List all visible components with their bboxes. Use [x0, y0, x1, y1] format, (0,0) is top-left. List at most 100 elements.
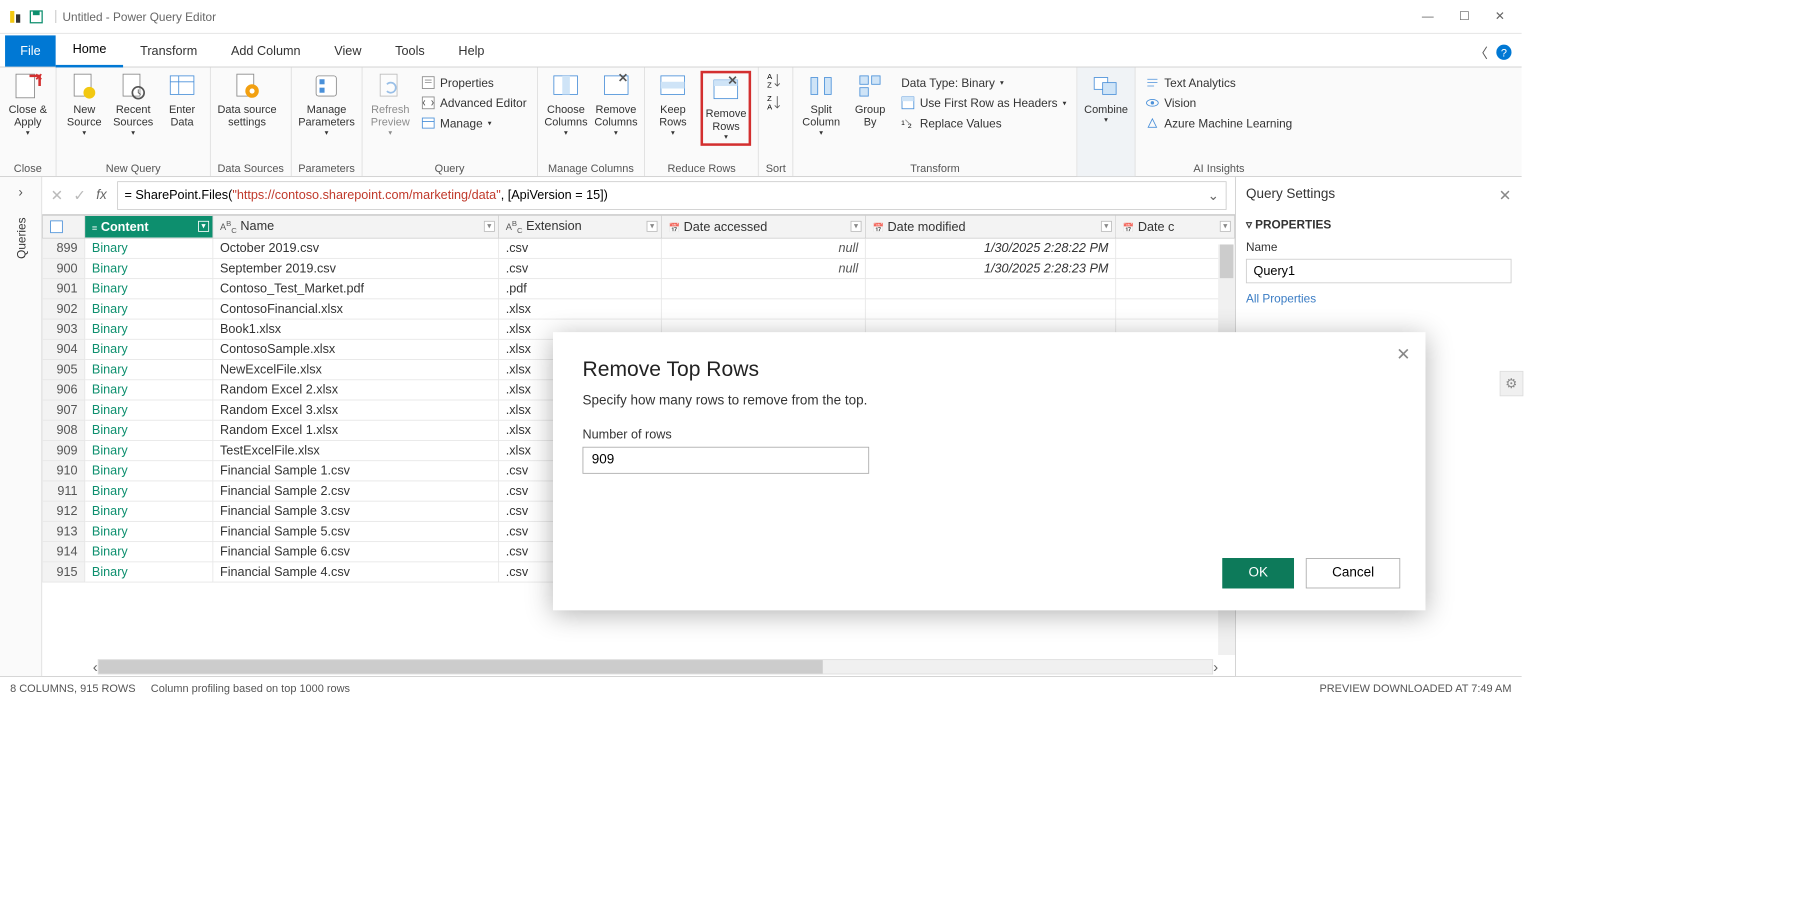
column-header-content[interactable]: ≡ Content▾	[85, 215, 213, 238]
close-window-button[interactable]: ✕	[1495, 9, 1505, 23]
expand-queries-icon[interactable]: ›	[18, 185, 22, 200]
row-number: 911	[43, 481, 85, 501]
column-filter-icon[interactable]: ▾	[647, 221, 658, 232]
content-cell[interactable]: Binary	[85, 501, 213, 521]
settings-gear-icon[interactable]: ⚙	[1499, 371, 1523, 396]
enter-data-button[interactable]: Enter Data	[161, 71, 203, 128]
new-source-button[interactable]: New Source▾	[63, 71, 105, 138]
replace-values-button[interactable]: 12Replace Values	[898, 115, 1070, 132]
formula-dropdown-icon[interactable]: ⌄	[1208, 187, 1219, 204]
row-number: 907	[43, 400, 85, 420]
manage-parameters-button[interactable]: Manage Parameters▾	[298, 71, 355, 138]
tab-help[interactable]: Help	[442, 35, 502, 66]
table-row[interactable]: 900BinarySeptember 2019.csv.csvnull1/30/…	[43, 259, 1235, 279]
name-cell: Financial Sample 6.csv	[213, 542, 499, 562]
group-sort-label: Sort	[766, 160, 786, 174]
recent-sources-button[interactable]: Recent Sources▾	[112, 71, 154, 138]
column-filter-icon[interactable]: ▾	[1101, 221, 1112, 232]
dialog-close-icon[interactable]: ✕	[1396, 344, 1410, 365]
column-header-date-c[interactable]: 📅 Date c▾	[1116, 215, 1235, 238]
content-cell[interactable]: Binary	[85, 400, 213, 420]
tab-transform[interactable]: Transform	[123, 35, 214, 66]
content-cell[interactable]: Binary	[85, 562, 213, 582]
content-cell[interactable]: Binary	[85, 441, 213, 461]
content-cell[interactable]: Binary	[85, 522, 213, 542]
name-cell: ContosoSample.xlsx	[213, 339, 499, 359]
column-filter-icon[interactable]: ▾	[851, 221, 862, 232]
remove-columns-button[interactable]: Remove Columns▾	[594, 71, 637, 138]
group-by-button[interactable]: Group By	[849, 71, 891, 128]
table-row[interactable]: 902BinaryContosoFinancial.xlsx.xlsx	[43, 299, 1235, 319]
column-filter-icon[interactable]: ▾	[198, 221, 209, 232]
confirm-formula-icon[interactable]: ✓	[73, 187, 86, 205]
group-transform-label: Transform	[800, 160, 1070, 174]
content-cell[interactable]: Binary	[85, 420, 213, 440]
close-apply-button[interactable]: Close & Apply▾	[7, 71, 49, 138]
content-cell[interactable]: Binary	[85, 299, 213, 319]
column-filter-icon[interactable]: ▾	[1220, 221, 1231, 232]
name-cell: Financial Sample 2.csv	[213, 481, 499, 501]
column-header-name[interactable]: ABC Name▾	[213, 215, 499, 238]
name-cell: Random Excel 2.xlsx	[213, 380, 499, 400]
content-cell[interactable]: Binary	[85, 339, 213, 359]
content-cell[interactable]: Binary	[85, 360, 213, 380]
combine-button[interactable]: Combine▾	[1084, 71, 1128, 125]
sort-desc-button[interactable]: ZA	[766, 93, 785, 112]
dialog-rows-label: Number of rows	[583, 427, 1396, 441]
minimize-button[interactable]: —	[1422, 9, 1434, 23]
content-cell[interactable]: Binary	[85, 481, 213, 501]
choose-columns-button[interactable]: Choose Columns▾	[544, 71, 587, 138]
text-analytics-button[interactable]: Text Analytics	[1142, 74, 1295, 91]
tab-view[interactable]: View	[317, 35, 378, 66]
queries-rail[interactable]: › Queries	[0, 177, 42, 676]
content-cell[interactable]: Binary	[85, 461, 213, 481]
table-row[interactable]: 899BinaryOctober 2019.csv.csvnull1/30/20…	[43, 238, 1235, 258]
cancel-formula-icon[interactable]: ✕	[51, 187, 64, 205]
horizontal-scrollbar[interactable]: ‹ ›	[93, 658, 1218, 677]
sort-asc-button[interactable]: AZ	[766, 71, 785, 90]
row-number: 901	[43, 279, 85, 299]
formula-input[interactable]: = SharePoint.Files("https://contoso.shar…	[124, 188, 1199, 203]
collapse-ribbon-icon[interactable]: 〈	[1474, 42, 1488, 62]
table-row[interactable]: 901BinaryContoso_Test_Market.pdf.pdf	[43, 279, 1235, 299]
content-cell[interactable]: Binary	[85, 238, 213, 258]
azure-ml-button[interactable]: Azure Machine Learning	[1142, 115, 1295, 132]
data-source-settings-button[interactable]: Data source settings	[217, 71, 276, 128]
advanced-editor-button[interactable]: Advanced Editor	[418, 94, 530, 111]
split-column-button[interactable]: Split Column▾	[800, 71, 842, 138]
content-cell[interactable]: Binary	[85, 319, 213, 339]
content-cell[interactable]: Binary	[85, 542, 213, 562]
column-header-extension[interactable]: ABC Extension▾	[499, 215, 662, 238]
tab-add-column[interactable]: Add Column	[214, 35, 317, 66]
content-cell[interactable]: Binary	[85, 279, 213, 299]
column-filter-icon[interactable]: ▾	[484, 221, 495, 232]
close-settings-icon[interactable]: ✕	[1499, 187, 1512, 205]
save-icon[interactable]	[29, 9, 44, 24]
column-header-date-accessed[interactable]: 📅 Date accessed▾	[661, 215, 865, 238]
column-header-date-modified[interactable]: 📅 Date modified▾	[865, 215, 1115, 238]
content-cell[interactable]: Binary	[85, 380, 213, 400]
data-type-button[interactable]: Data Type: Binary ▾	[898, 74, 1070, 91]
all-properties-link[interactable]: All Properties	[1246, 292, 1512, 305]
content-cell[interactable]: Binary	[85, 259, 213, 279]
tab-file[interactable]: File	[5, 35, 56, 66]
dialog-rows-input[interactable]	[583, 447, 870, 474]
properties-button[interactable]: Properties	[418, 74, 530, 91]
refresh-preview-button[interactable]: Refresh Preview▾	[369, 71, 411, 138]
row-number: 908	[43, 420, 85, 440]
first-row-headers-button[interactable]: Use First Row as Headers ▾	[898, 94, 1070, 111]
menubar: File Home Transform Add Column View Tool…	[0, 34, 1522, 68]
remove-rows-button[interactable]: Remove Rows▾	[705, 75, 747, 142]
query-name-input[interactable]	[1246, 259, 1512, 283]
tab-tools[interactable]: Tools	[378, 35, 441, 66]
maximize-button[interactable]: ☐	[1459, 9, 1470, 23]
dialog-cancel-button[interactable]: Cancel	[1306, 558, 1400, 588]
tab-home[interactable]: Home	[56, 34, 123, 68]
dialog-ok-button[interactable]: OK	[1222, 558, 1294, 588]
vision-button[interactable]: Vision	[1142, 94, 1295, 111]
row-header-corner[interactable]	[43, 215, 85, 238]
help-icon[interactable]: ?	[1496, 45, 1511, 60]
keep-rows-button[interactable]: Keep Rows▾	[652, 71, 694, 138]
manage-query-button[interactable]: Manage ▾	[418, 115, 530, 132]
group-newquery-label: New Query	[63, 160, 203, 174]
